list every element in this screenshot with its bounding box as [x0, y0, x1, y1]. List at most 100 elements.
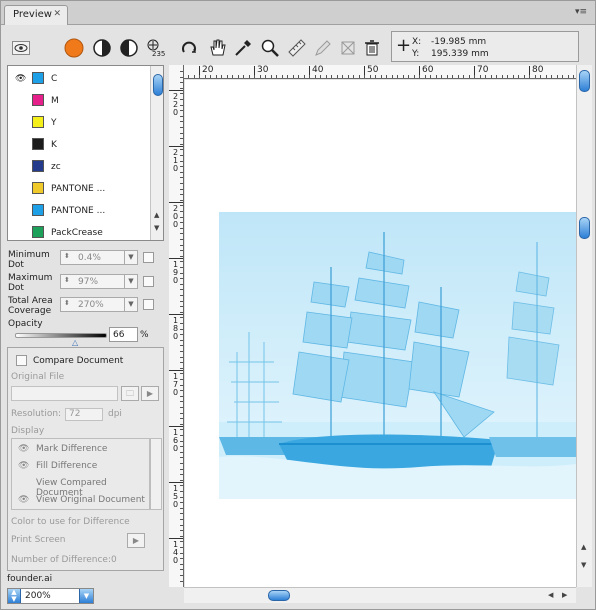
max-dot-stepper[interactable]: ⬍ 97% ▼: [60, 274, 138, 289]
vertical-scroll-thumb-top[interactable]: [579, 70, 590, 92]
eye-icon[interactable]: 👁: [18, 444, 29, 454]
min-dot-stepper[interactable]: ⬍ 0.4% ▼: [60, 250, 138, 265]
density-icon[interactable]: 235: [146, 38, 168, 58]
chevron-down-icon[interactable]: ▼: [124, 251, 137, 264]
separation-row[interactable]: PANTONE ...: [8, 200, 150, 222]
ruler-minor-tick: [180, 155, 183, 156]
min-dot-checkbox[interactable]: [143, 252, 154, 263]
separation-name: Y: [51, 118, 57, 128]
zoom-stepper-icon[interactable]: ▲ ▼: [8, 589, 21, 603]
close-icon[interactable]: ✕: [53, 9, 61, 19]
horizontal-scroll-thumb[interactable]: [268, 590, 290, 601]
ruler-minor-tick: [562, 75, 563, 78]
scroll-up-arrow-icon[interactable]: ▲: [154, 211, 159, 219]
ruler-major-tick: [169, 90, 183, 91]
ruler-minor-tick: [232, 75, 233, 78]
resolution-input[interactable]: 72: [65, 408, 103, 421]
canvas-vertical-scrollbar[interactable]: ▲ ▼: [576, 65, 592, 587]
ruler-minor-tick: [180, 569, 183, 570]
opacity-slider-knob[interactable]: △: [72, 338, 78, 347]
ruler-minor-tick: [370, 75, 371, 78]
ruler-label: 80: [532, 65, 544, 75]
scroll-left-arrow-icon[interactable]: ◀: [548, 591, 553, 599]
separation-row[interactable]: Y: [8, 112, 150, 134]
stepper-arrows-icon[interactable]: ⬍: [64, 276, 70, 284]
resolution-unit: dpi: [108, 409, 122, 419]
x-coord-value: -19.985 mm: [431, 37, 487, 47]
separation-row[interactable]: zc: [8, 156, 150, 178]
ruler-minor-tick: [304, 75, 305, 78]
crop-icon[interactable]: [337, 38, 359, 58]
opacity-input[interactable]: 66: [109, 327, 138, 342]
chevron-down-icon[interactable]: ▼: [124, 298, 137, 311]
separation-icon[interactable]: [91, 38, 113, 58]
eye-icon[interactable]: 👁: [18, 495, 29, 505]
opacity-slider[interactable]: [15, 333, 107, 338]
ruler-minor-tick: [180, 149, 183, 150]
ruler-minor-tick: [480, 75, 481, 78]
hand-icon[interactable]: [206, 38, 228, 58]
max-dot-checkbox[interactable]: [143, 276, 154, 287]
scroll-up-arrow-icon[interactable]: ▲: [581, 543, 586, 551]
tab-preview[interactable]: Preview ✕: [4, 5, 68, 25]
print-screen-button[interactable]: ▶: [127, 533, 145, 548]
play-icon[interactable]: ▶: [141, 386, 159, 401]
original-file-input[interactable]: [11, 386, 118, 401]
toggle-view-icon[interactable]: [10, 38, 32, 58]
separation-row[interactable]: M: [8, 90, 150, 112]
ruler-minor-tick: [180, 312, 183, 313]
separation-row[interactable]: K: [8, 134, 150, 156]
separation-row[interactable]: PackCrease: [8, 222, 150, 240]
canvas-horizontal-scrollbar[interactable]: ◀ ▶: [184, 587, 576, 603]
ruler-minor-tick: [199, 75, 200, 78]
y-coord-label: Y:: [412, 49, 420, 59]
eyedropper-icon[interactable]: [232, 38, 254, 58]
ruler-icon[interactable]: [286, 38, 308, 58]
tac-checkbox[interactable]: [143, 299, 154, 310]
ruler-minor-tick: [180, 127, 183, 128]
channel-icon[interactable]: [118, 38, 140, 58]
display-item-view-original[interactable]: View Original Document: [36, 495, 145, 505]
compare-document-checkbox[interactable]: [16, 355, 27, 366]
panel-menu-icon[interactable]: ▾≡: [575, 7, 587, 17]
zoom-value: 200%: [25, 591, 51, 601]
ruler-minor-tick: [188, 75, 189, 78]
stepper-arrows-icon[interactable]: ⬍: [64, 299, 70, 307]
scroll-down-arrow-icon[interactable]: ▼: [154, 224, 159, 232]
chevron-down-icon[interactable]: ▼: [79, 589, 93, 603]
vertical-scroll-thumb[interactable]: [579, 217, 590, 239]
eye-icon[interactable]: 👁: [15, 74, 26, 84]
separation-row[interactable]: 👁 C: [8, 68, 150, 90]
ruler-minor-tick: [557, 75, 558, 78]
ruler-minor-tick: [458, 75, 459, 78]
browse-folder-icon[interactable]: 🗀: [121, 386, 139, 401]
resolution-label: Resolution:: [11, 409, 62, 419]
ruler-minor-tick: [180, 513, 183, 514]
scroll-right-arrow-icon[interactable]: ▶: [562, 591, 567, 599]
ruler-minor-tick: [180, 200, 183, 201]
overprint-icon[interactable]: [63, 38, 85, 58]
chevron-down-icon[interactable]: ▼: [124, 275, 137, 288]
trash-icon[interactable]: [361, 38, 383, 58]
document-canvas[interactable]: [185, 80, 576, 587]
separations-scrollbar[interactable]: ▲ ▼: [150, 66, 163, 240]
stepper-arrows-icon[interactable]: ⬍: [64, 252, 70, 260]
scroll-down-arrow-icon[interactable]: ▼: [581, 561, 586, 569]
zoom-select[interactable]: ▲ ▼ 200% ▼: [7, 588, 94, 604]
ruler-minor-tick: [359, 75, 360, 78]
ruler-minor-tick: [414, 75, 415, 78]
eye-icon[interactable]: 👁: [18, 461, 29, 471]
scrollbar-thumb[interactable]: [153, 74, 163, 96]
tac-stepper[interactable]: ⬍ 270% ▼: [60, 297, 138, 312]
hand-refresh-icon[interactable]: [178, 38, 200, 58]
ruler-minor-tick: [249, 75, 250, 78]
ruler-minor-tick: [180, 407, 183, 408]
display-item-fill-difference[interactable]: Fill Difference: [36, 461, 97, 471]
ruler-minor-tick: [397, 75, 398, 78]
pencil-icon[interactable]: [312, 38, 334, 58]
zoom-icon[interactable]: [259, 38, 281, 58]
display-list-scrollbar[interactable]: [150, 438, 162, 510]
display-item-mark-difference[interactable]: Mark Difference: [36, 444, 107, 454]
separation-row[interactable]: PANTONE ...: [8, 178, 150, 200]
preview-panel: Preview ✕ ▾≡ 235 + X: -19.985 mm Y: 195.…: [0, 0, 596, 610]
